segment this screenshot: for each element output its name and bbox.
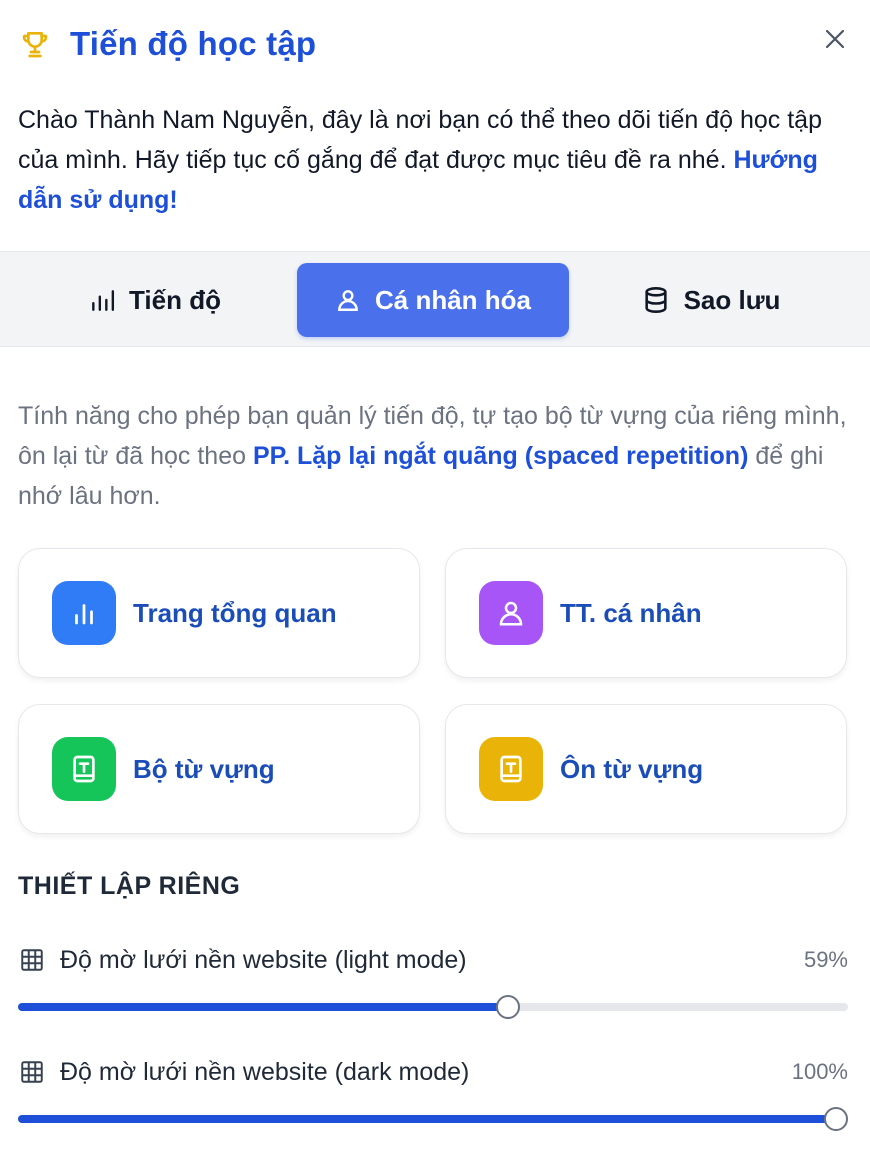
book-icon: [52, 737, 116, 801]
setting-label: Độ mờ lưới nền website (light mode): [60, 945, 467, 974]
slider-fill: [18, 1115, 836, 1123]
grid-icon: [18, 1058, 46, 1086]
card-dashboard[interactable]: Trang tổng quan: [18, 548, 420, 678]
tab-bar: Tiến độ Cá nhân hóa Sao lưu: [0, 251, 870, 347]
card-profile[interactable]: TT. cá nhân: [445, 548, 847, 678]
bar-chart-icon: [52, 581, 116, 645]
page-title: Tiến độ học tập: [70, 25, 317, 62]
tab-progress[interactable]: Tiến độ: [40, 263, 270, 337]
spaced-repetition-link[interactable]: PP. Lặp lại ngắt quãng (spaced repetitio…: [253, 442, 748, 470]
card-vocabulary-set[interactable]: Bộ từ vựng: [18, 704, 420, 834]
intro-message: Chào Thành Nam Nguyễn, đây là nơi bạn có…: [18, 106, 822, 174]
bar-chart-icon: [92, 290, 115, 311]
tab-label: Tiến độ: [129, 284, 221, 315]
card-label: Bộ từ vựng: [133, 753, 275, 784]
slider-fill: [18, 1003, 508, 1011]
card-label: Trang tổng quan: [133, 597, 337, 628]
tab-personalize[interactable]: Cá nhân hóa: [297, 263, 569, 337]
slider-thumb[interactable]: [824, 1107, 848, 1131]
setting-light-mode-grid: Độ mờ lưới nền website (light mode) 59%: [18, 940, 848, 980]
card-label: Ôn từ vựng: [560, 753, 704, 784]
feature-description: Tính năng cho phép bạn quản lý tiến độ, …: [18, 396, 848, 516]
setting-dark-mode-grid: Độ mờ lưới nền website (dark mode) 100%: [18, 1052, 848, 1092]
setting-label: Độ mờ lưới nền website (dark mode): [60, 1057, 470, 1086]
tab-label: Cá nhân hóa: [374, 284, 531, 315]
close-icon[interactable]: [818, 22, 852, 56]
section-title: THIẾT LẬP RIÊNG: [18, 872, 241, 900]
slider-thumb[interactable]: [495, 995, 520, 1019]
setting-value: 100%: [791, 1059, 848, 1084]
tab-label: Sao lưu: [683, 284, 781, 315]
card-review-vocabulary[interactable]: Ôn từ vựng: [445, 704, 847, 834]
user-icon: [479, 581, 543, 645]
intro-text: Chào Thành Nam Nguyễn, đây là nơi bạn có…: [18, 100, 848, 220]
user-icon: [338, 290, 358, 311]
setting-value: 59%: [803, 947, 848, 972]
book-icon: [479, 737, 543, 801]
card-label: TT. cá nhân: [560, 597, 702, 628]
database-icon: [644, 287, 667, 313]
grid-icon: [18, 946, 46, 974]
light-mode-opacity-slider[interactable]: [18, 994, 848, 1020]
trophy-icon: [18, 27, 52, 61]
panel-header: Tiến độ học tập: [18, 22, 852, 66]
dark-mode-opacity-slider[interactable]: [18, 1106, 848, 1132]
tab-backup[interactable]: Sao lưu: [596, 263, 826, 337]
